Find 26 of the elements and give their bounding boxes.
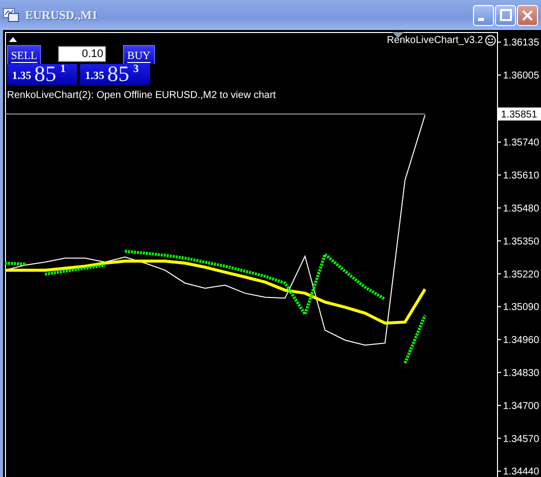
y-tick-label: 1.35350 — [503, 236, 540, 248]
sell-button[interactable]: SELL — [7, 45, 42, 64]
lot-size-field[interactable]: 0.10 — [58, 46, 106, 62]
price-label: 1.35851 — [498, 108, 541, 121]
y-tick-label: 1.34700 — [503, 400, 540, 412]
y-tick-label: 1.35480 — [503, 203, 540, 214]
price-major: 1.35 — [12, 70, 32, 82]
price-pips: 85 — [107, 63, 130, 84]
y-tick-label: 1.35610 — [503, 170, 540, 182]
buy-button[interactable]: BUY — [123, 45, 155, 64]
y-tick-label: 1.36005 — [503, 70, 540, 82]
price-major: 1.35 — [85, 70, 104, 82]
indicator-label: RenkoLiveChart_v3.2 — [386, 35, 483, 46]
y-tick-label: 1.34960 — [503, 335, 540, 346]
y-tick-label: 1.34570 — [503, 434, 540, 445]
price-fraction: 3 — [133, 63, 139, 75]
price-fraction: 1 — [60, 63, 66, 75]
y-tick-label: 1.34440 — [503, 466, 540, 477]
y-tick-label: 1.34830 — [503, 368, 540, 379]
y-tick-label: 1.36135 — [503, 38, 540, 49]
price-pips: 85 — [34, 63, 56, 84]
y-tick-label: 1.35740 — [503, 138, 540, 149]
status-message: RenkoLiveChart(2): Open Offline EURUSD.,M2 to view chart — [7, 90, 276, 101]
y-tick-label: 1.35090 — [503, 302, 540, 314]
window-title: EURUSD.,M1 — [25, 8, 99, 22]
y-tick-label: 1.35220 — [503, 269, 540, 280]
